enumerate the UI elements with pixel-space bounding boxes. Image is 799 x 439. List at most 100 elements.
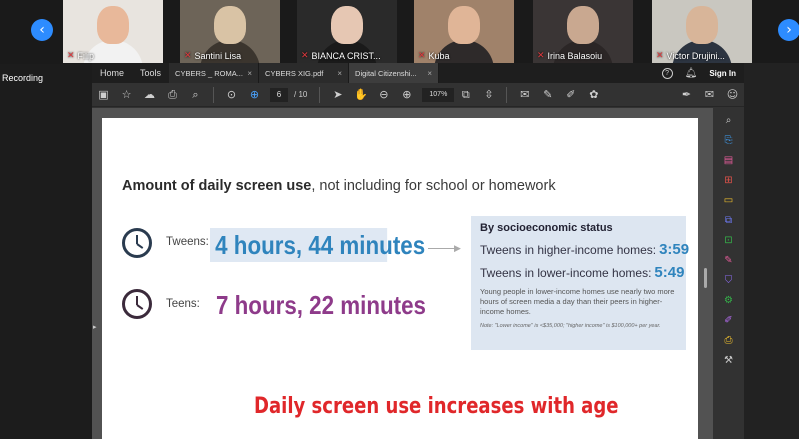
participant-tile[interactable]: ✕ Filip <box>63 0 163 63</box>
zoom-in-icon[interactable]: ⊕ <box>395 83 418 107</box>
left-panel-toggle-icon[interactable]: ▸ <box>93 323 97 331</box>
search-icon[interactable]: ⌕ <box>184 83 207 107</box>
toolbar-divider <box>213 86 214 103</box>
hand-tool-icon[interactable]: ✋ <box>349 83 372 107</box>
pdf-page: Amount of daily screen use, not includin… <box>102 118 698 439</box>
teens-label: Teens: <box>166 298 200 310</box>
toolbar-divider <box>319 86 321 103</box>
fit-page-icon[interactable]: ⧉ <box>454 83 477 107</box>
participant-tile[interactable]: ✕ Kuba <box>414 0 514 63</box>
higher-income-row: Tweens in higher-income homes: 3:59 <box>480 241 690 258</box>
lower-income-row: Tweens in lower-income homes: 5:49 <box>480 264 685 281</box>
participant-tile[interactable]: ✕ BIANCA CRIST... <box>297 0 397 63</box>
save-icon[interactable]: ▣ <box>92 83 115 107</box>
participant-name: ✕ Irina Balasoiu <box>537 51 603 61</box>
document-viewer[interactable]: ▸ Amount of daily screen use, not includ… <box>92 108 713 439</box>
socioeconomic-panel: By socioeconomic status Tweens in higher… <box>471 216 690 350</box>
create-pdf-icon[interactable]: ⊞ <box>721 172 737 188</box>
scroll-mode-icon[interactable]: ⇳ <box>477 83 500 107</box>
print-icon[interactable]: ⎙ <box>161 83 184 107</box>
sign-pen-icon[interactable]: ✒ <box>675 83 698 107</box>
comment-icon[interactable]: ✉ <box>513 83 536 107</box>
draw-icon[interactable]: ✐ <box>559 83 582 107</box>
tweens-label: Tweens: <box>166 236 209 248</box>
participant-name: ✕ Filip <box>67 51 95 61</box>
more-tools-icon[interactable]: ⚒ <box>721 352 737 368</box>
participant-tile[interactable]: ✕ Santini Lisa <box>180 0 280 63</box>
pdf-reader-window: Home Tools CYBERS _ ROMA... × CYBERS XIG.… <box>92 63 744 439</box>
panel-note: Young people in lower-income homes use n… <box>480 287 675 316</box>
page-total: / 10 <box>294 90 308 99</box>
teens-value: 7 hours, 22 minutes <box>216 290 427 320</box>
document-tab[interactable]: CYBERS _ ROMA... × <box>169 63 260 83</box>
combine-files-icon[interactable]: ⧉ <box>721 212 737 228</box>
menu-home[interactable]: Home <box>92 68 132 78</box>
tools-rail: ⌕ ⎘ ▤ ⊞ ▭ ⧉ ⊡ ✎ ⛉ ⚙ ✐ ⎙ ⚒ <box>713 108 744 439</box>
slide-heading: Amount of daily screen use, not includin… <box>122 178 556 194</box>
bell-icon[interactable]: 🔔︎ <box>685 68 698 79</box>
menu-tools[interactable]: Tools <box>132 68 169 78</box>
muted-mic-icon: ✕ <box>418 51 426 61</box>
right-panel-handle[interactable] <box>704 268 707 288</box>
stamp-icon[interactable]: ✿ <box>582 83 605 107</box>
comment-tool-icon[interactable]: ▭ <box>721 192 737 208</box>
arrow-right-icon: ▶ <box>454 244 461 254</box>
previous-participants-button[interactable]: ‹ <box>31 19 53 41</box>
next-participants-button[interactable]: › <box>778 19 799 41</box>
person-face <box>214 6 246 44</box>
close-tab-icon[interactable]: × <box>337 69 342 78</box>
help-icon[interactable]: ? <box>661 67 673 79</box>
bookmark-star-icon[interactable]: ☆ <box>115 83 138 107</box>
participant-name: ✕ Santini Lisa <box>184 51 242 61</box>
share-user-icon[interactable]: ☺ <box>721 83 744 107</box>
muted-mic-icon: ✕ <box>67 51 75 61</box>
person-face <box>331 6 363 44</box>
meeting-side-area <box>744 63 799 439</box>
cloud-upload-icon[interactable]: ☁ <box>138 83 161 107</box>
optimize-icon[interactable]: ⚙ <box>721 292 737 308</box>
scan-ocr-icon[interactable]: ⎙ <box>721 332 737 348</box>
participant-name: ✕ Kuba <box>418 51 450 61</box>
participant-tile[interactable]: ✕ Victor Drujini... <box>652 0 752 63</box>
close-tab-icon[interactable]: × <box>247 69 252 78</box>
clock-icon <box>122 228 152 258</box>
redact-pen-icon[interactable]: ✐ <box>721 312 737 328</box>
muted-mic-icon: ✕ <box>184 51 192 61</box>
document-tab-active[interactable]: Digital Citizenshi... × <box>349 63 440 83</box>
muted-mic-icon: ✕ <box>656 51 664 61</box>
participant-name: ✕ Victor Drujini... <box>656 51 725 61</box>
zoom-out-icon[interactable]: ⊖ <box>372 83 395 107</box>
next-page-icon[interactable]: ⊕ <box>243 83 266 107</box>
muted-mic-icon: ✕ <box>301 51 309 61</box>
mail-icon[interactable]: ✉ <box>698 83 721 107</box>
select-cursor-icon[interactable]: ➤ <box>326 83 349 107</box>
export-pdf-icon[interactable]: ⎘ <box>721 132 737 148</box>
fill-sign-icon[interactable]: ✎ <box>721 252 737 268</box>
clock-icon <box>122 289 152 319</box>
panel-footnote: Note: "Lower income" is <$35,000; "highe… <box>480 323 661 329</box>
participant-tile[interactable]: ✕ Irina Balasoiu <box>533 0 633 63</box>
zoom-search-icon[interactable]: ⌕ <box>721 112 737 128</box>
participant-strip: ‹ ✕ Filip ✕ Santini Lisa ✕ BIANCA CRIST... … <box>0 0 799 64</box>
edit-pdf-icon[interactable]: ⊡ <box>721 232 737 248</box>
recording-indicator: Recording <box>2 73 44 83</box>
highlight-pen-icon[interactable]: ✎ <box>536 83 559 107</box>
document-tab[interactable]: CYBERS XIG.pdf × <box>259 63 350 83</box>
person-face <box>97 6 129 44</box>
panel-title: By socioeconomic status <box>480 222 613 234</box>
close-tab-icon[interactable]: × <box>427 69 432 78</box>
screen: ‹ ✕ Filip ✕ Santini Lisa ✕ BIANCA CRIST... … <box>0 0 799 439</box>
zoom-level-select[interactable]: 107% <box>422 87 455 102</box>
person-face <box>686 6 718 44</box>
page-number-input[interactable]: 6 <box>270 87 288 102</box>
previous-page-icon[interactable]: ⊙ <box>220 83 243 107</box>
tweens-value: 4 hours, 44 minutes <box>210 228 425 262</box>
slide-caption: Daily screen use increases with age <box>254 394 619 419</box>
protect-shield-icon[interactable]: ⛉ <box>721 272 737 288</box>
sign-in-button[interactable]: Sign In <box>709 69 736 78</box>
toolbar: ▣ ☆ ☁ ⎙ ⌕ ⊙ ⊕ 6 / 10 ➤ ✋ ⊖ ⊕ 107% ⧉ ⇳ ✉ … <box>92 83 744 107</box>
participant-name: ✕ BIANCA CRIST... <box>301 51 381 61</box>
person-face <box>448 6 480 44</box>
muted-mic-icon: ✕ <box>537 51 545 61</box>
organize-pages-icon[interactable]: ▤ <box>721 152 737 168</box>
